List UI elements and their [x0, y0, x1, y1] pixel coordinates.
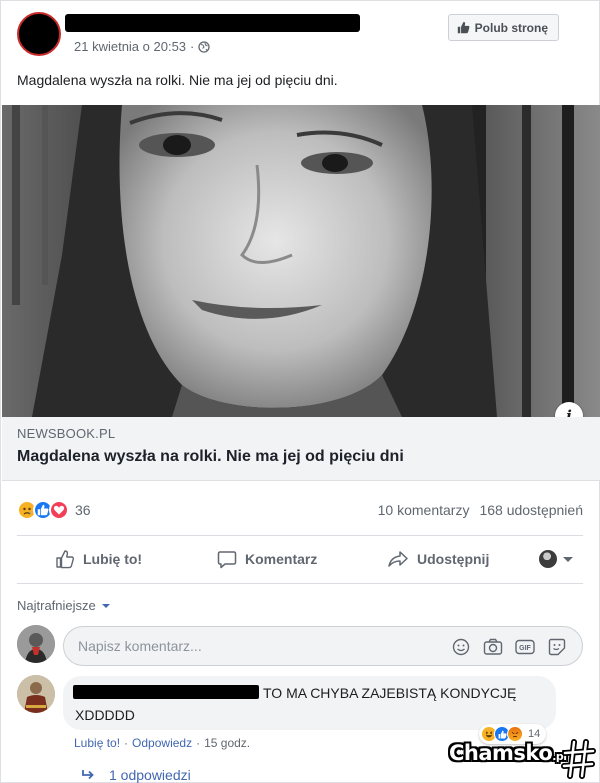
chevron-down-icon	[563, 556, 573, 562]
comments-count[interactable]: 10 komentarzy	[378, 502, 470, 518]
current-user-avatar[interactable]	[17, 625, 55, 663]
post-meta: 21 kwietnia o 20:53 ·	[74, 39, 211, 54]
share-button[interactable]: Udostępnij	[387, 549, 489, 569]
comment-input[interactable]: Napisz komentarz... GIF	[63, 626, 583, 666]
reactions-summary[interactable]: 36	[17, 500, 91, 520]
facebook-post-card: 21 kwietnia o 20:53 · Polub stronę Magda…	[0, 0, 600, 783]
love-icon	[49, 500, 69, 520]
comment-button[interactable]: Komentarz	[217, 549, 317, 569]
shares-count[interactable]: 168 udostępnień	[479, 502, 583, 518]
comment-time[interactable]: 15 godz.	[204, 736, 250, 750]
view-replies-link[interactable]: 1 odpowiedzi	[81, 767, 191, 783]
comment-text: TO MA CHYBA ZAJEBISTĄ KONDYCJĘ XDDDDD	[75, 682, 545, 726]
separator: ·	[124, 736, 129, 750]
post-photo[interactable]	[2, 105, 600, 417]
comment-icon	[217, 551, 237, 569]
post-text: Magdalena wyszła na rolki. Nie ma jej od…	[17, 72, 338, 88]
reply-arrow-icon	[82, 770, 94, 780]
comment-sort-dropdown[interactable]: Najtrafniejsze	[17, 598, 110, 613]
comment-body: TO MA CHYBA ZAJEBISTĄ KONDYCJĘ XDDDDD	[75, 685, 517, 723]
hashtag-logo-icon	[561, 739, 596, 779]
post-stats: 10 komentarzy 168 udostępnień	[378, 502, 583, 518]
comment-placeholder: Napisz komentarz...	[78, 638, 202, 654]
like-page-button[interactable]: Polub stronę	[447, 14, 559, 41]
comment-label: Komentarz	[245, 551, 318, 567]
reaction-count: 36	[75, 502, 91, 518]
thumbs-up-icon	[56, 550, 75, 569]
svg-text:GIF: GIF	[519, 645, 531, 652]
chevron-down-icon	[101, 603, 110, 608]
watermark-text: Chamsko.pl	[449, 741, 567, 765]
thumbs-up-icon	[457, 21, 470, 34]
avatar	[539, 550, 557, 568]
replies-label: 1 odpowiedzi	[109, 767, 191, 783]
emoji-icon[interactable]	[450, 636, 472, 658]
page-avatar[interactable]	[17, 12, 61, 56]
meta-separator: ·	[190, 39, 195, 54]
chamsko-watermark: Chamsko.pl	[449, 738, 600, 783]
sticker-icon[interactable]	[546, 636, 568, 658]
action-bar: Lubię to! Komentarz Udostępnij	[17, 541, 583, 577]
camera-icon[interactable]	[482, 636, 504, 658]
like-button[interactable]: Lubię to!	[55, 549, 142, 569]
like-page-label: Polub stronę	[474, 20, 548, 35]
post-as-selector[interactable]	[539, 550, 573, 568]
separator: ·	[196, 736, 201, 750]
comment-like-link[interactable]: Lubię to!	[74, 736, 120, 750]
share-label: Udostępnij	[417, 551, 490, 567]
share-icon	[388, 551, 408, 567]
gif-icon[interactable]: GIF	[514, 636, 536, 658]
like-label: Lubię to!	[83, 551, 143, 567]
commenter-avatar[interactable]	[17, 675, 55, 713]
post-timestamp[interactable]: 21 kwietnia o 20:53	[74, 39, 186, 54]
link-domain: NEWSBOOK.PL	[17, 426, 116, 441]
comment-reply-link[interactable]: Odpowiedz	[132, 736, 192, 750]
comment-actions: Lubię to! · Odpowiedz · 15 godz.	[74, 736, 250, 750]
comment-bubble: TO MA CHYBA ZAJEBISTĄ KONDYCJĘ XDDDDD	[63, 676, 556, 730]
portrait-image	[2, 105, 600, 417]
divider	[17, 583, 583, 584]
divider	[17, 535, 583, 536]
sort-label: Najtrafniejsze	[17, 598, 96, 613]
globe-icon	[198, 40, 211, 53]
watermark-brand: Chamsko	[449, 741, 553, 765]
link-preview[interactable]: NEWSBOOK.PL Magdalena wyszła na rolki. N…	[2, 417, 600, 481]
link-title[interactable]: Magdalena wyszła na rolki. Nie ma jej od…	[17, 448, 404, 466]
redacted-page-name	[65, 14, 360, 32]
